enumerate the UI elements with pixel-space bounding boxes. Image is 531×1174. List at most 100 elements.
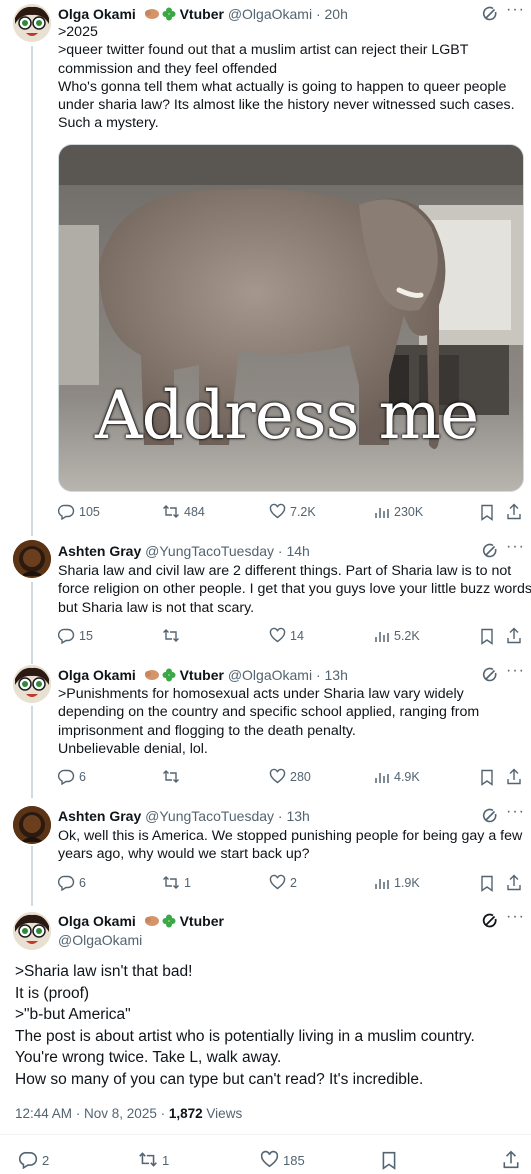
clover-emoji-icon	[162, 668, 176, 686]
bookmark-icon[interactable]	[381, 1151, 397, 1170]
like-button[interactable]: 14	[269, 627, 304, 645]
tweet-header: Ashten Gray @YungTacoTuesday · 14h	[58, 542, 310, 560]
grok-icon[interactable]	[482, 808, 498, 824]
thread-line	[31, 706, 33, 798]
retweet-button[interactable]	[162, 768, 184, 786]
muscle-emoji-icon	[144, 668, 160, 686]
retweet-button[interactable]: 1	[138, 1150, 169, 1168]
display-name[interactable]: Olga Okami	[58, 913, 136, 929]
tweet-header: Olga Okami Vtuber @OlgaOkami · 13h	[58, 666, 348, 686]
like-button[interactable]: 2	[269, 874, 297, 892]
timestamp[interactable]: · 20h	[316, 6, 348, 22]
text-line: Such a mystery.	[58, 115, 159, 132]
views-button[interactable]: 5.2K	[374, 627, 420, 645]
like-count: 2	[290, 876, 297, 890]
grok-icon[interactable]	[482, 543, 498, 559]
tweet-header: Ashten Gray @YungTacoTuesday · 13h	[58, 807, 310, 825]
more-icon[interactable]: ···	[506, 1, 525, 19]
avatar[interactable]	[13, 4, 51, 42]
retweet-button[interactable]: 1	[162, 874, 191, 892]
reply-button[interactable]: 2	[18, 1150, 50, 1170]
image-caption: Address me	[95, 377, 479, 454]
retweet-button[interactable]: 484	[162, 503, 205, 521]
share-icon[interactable]	[502, 1150, 520, 1169]
views-total: 1,872	[168, 1106, 203, 1121]
share-icon[interactable]	[506, 768, 522, 785]
tweet-meta: 12:44 AM · Nov 8, 2025 · 1,872 Views	[15, 1106, 242, 1121]
handle[interactable]: @OlgaOkami	[58, 931, 142, 949]
reply-button[interactable]: 6	[57, 874, 86, 892]
bookmark-icon[interactable]	[480, 504, 494, 521]
text-line: commission and they feel offended	[58, 60, 277, 77]
reply-count: 6	[79, 770, 86, 784]
more-icon[interactable]: ···	[506, 908, 525, 926]
views-button[interactable]: 230K	[374, 503, 423, 521]
handle[interactable]: @OlgaOkami	[228, 6, 312, 22]
like-count: 7.2K	[290, 505, 316, 519]
handle[interactable]: @YungTacoTuesday	[145, 808, 274, 824]
text-line: years ago, why would we start back up?	[58, 846, 310, 863]
reply-count: 15	[79, 629, 93, 643]
reply-count: 2	[42, 1153, 50, 1168]
display-name[interactable]: Ashten Gray	[58, 808, 141, 824]
avatar[interactable]	[13, 806, 51, 844]
share-icon[interactable]	[506, 627, 522, 644]
heart-icon	[269, 874, 286, 890]
tweet-image[interactable]: Address me	[58, 144, 524, 492]
more-icon[interactable]: ···	[506, 662, 525, 680]
retweet-button[interactable]	[162, 627, 184, 645]
views-button[interactable]: 1.9K	[374, 874, 420, 892]
reply-icon	[57, 628, 75, 645]
tweet-text: >Punishments for homosexual acts under S…	[58, 685, 479, 758]
text-line: Who's gonna tell them what actually is g…	[58, 78, 507, 95]
text-line: >Sharia law isn't that bad!	[15, 963, 193, 980]
timestamp[interactable]: · 13h	[316, 667, 348, 683]
share-icon[interactable]	[506, 874, 522, 891]
reply-button[interactable]: 105	[57, 503, 100, 521]
timestamp[interactable]: · 13h	[278, 808, 310, 824]
text-line: The post is about artist who is potentia…	[15, 1027, 475, 1045]
grok-icon[interactable]	[482, 667, 498, 683]
reply-button[interactable]: 6	[57, 768, 86, 786]
bookmark-icon[interactable]	[480, 769, 494, 786]
tweet-timestamp[interactable]: 12:44 AM · Nov 8, 2025 ·	[15, 1106, 165, 1121]
text-line: Unbelievable denial, lol.	[58, 740, 208, 757]
retweet-icon	[163, 629, 179, 642]
text-line: Ok, well this is America. We stopped pun…	[58, 828, 523, 844]
grok-icon[interactable]	[482, 913, 498, 929]
text-line: You're wrong twice. Take L, walk away.	[15, 1049, 282, 1066]
tweet-header: Olga Okami Vtuber @OlgaOkami · 20h	[58, 5, 348, 25]
reply-icon	[18, 1152, 38, 1170]
divider	[0, 1134, 531, 1135]
tweet-text: Sharia law and civil law are 2 different…	[58, 562, 531, 617]
retweet-count: 1	[162, 1153, 170, 1168]
text-line: Sharia law and civil law are 2 different…	[58, 563, 512, 579]
avatar[interactable]	[13, 665, 51, 703]
views-count: 1.9K	[394, 876, 420, 890]
views-label: Views	[206, 1106, 243, 1121]
grok-icon[interactable]	[482, 6, 498, 22]
timestamp[interactable]: · 14h	[278, 543, 310, 559]
like-button[interactable]: 185	[260, 1150, 305, 1168]
reply-count: 6	[79, 876, 86, 890]
display-name[interactable]: Olga Okami	[58, 667, 136, 683]
bookmark-icon[interactable]	[480, 875, 494, 892]
share-icon[interactable]	[506, 503, 522, 520]
handle[interactable]: @YungTacoTuesday	[145, 543, 274, 559]
bookmark-icon[interactable]	[480, 628, 494, 645]
display-name[interactable]: Olga Okami	[58, 6, 136, 22]
avatar[interactable]	[13, 912, 51, 950]
display-name[interactable]: Ashten Gray	[58, 543, 141, 559]
views-button[interactable]: 4.9K	[374, 768, 420, 786]
more-icon[interactable]: ···	[506, 803, 525, 821]
like-button[interactable]: 7.2K	[269, 503, 316, 521]
like-count: 14	[290, 629, 304, 643]
reply-button[interactable]: 15	[57, 627, 93, 645]
text-line: It is (proof)	[15, 984, 90, 1002]
handle[interactable]: @OlgaOkami	[228, 667, 312, 683]
thread-line	[31, 46, 33, 536]
avatar[interactable]	[13, 540, 51, 578]
text-line: >2025	[58, 24, 98, 40]
like-button[interactable]: 280	[269, 768, 311, 786]
more-icon[interactable]: ···	[506, 538, 525, 556]
